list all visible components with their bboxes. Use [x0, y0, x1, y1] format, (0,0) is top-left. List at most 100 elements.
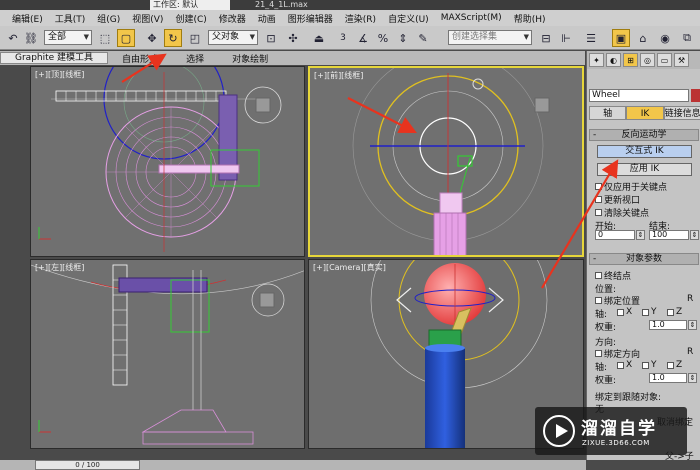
undo-icon[interactable]: ↶ [4, 29, 22, 47]
subtab-ik[interactable]: IK [626, 106, 664, 120]
bind-position-checkbox[interactable]: 绑定位置 [595, 294, 640, 307]
selection-set-dropdown[interactable]: 创建选择集 ▼ [448, 30, 532, 45]
time-slider-frame[interactable]: 0 / 100 [35, 460, 140, 470]
ik-rollout-header[interactable]: - 反向运动学 [589, 129, 699, 141]
select-manipulate-icon[interactable]: ✣ [284, 29, 302, 47]
menu-help[interactable]: 帮助(H) [508, 12, 552, 25]
ribbon-tab-freeform[interactable]: 自由形式 [108, 52, 172, 65]
hierarchy-subtabs: 轴 IK 链接信息 [589, 106, 700, 120]
command-panel: ✦ ◐ ⊞ ◎ ▭ ⚒ Wheel 轴 IK 链接信息 - 反向运动学 交互式 I… [586, 51, 700, 462]
viewport-label-front[interactable]: [+][前][线框] [314, 70, 363, 81]
align-icon[interactable]: ⊩ [557, 29, 575, 47]
menu-tools[interactable]: 工具(T) [49, 12, 92, 25]
viewport-left[interactable]: [+][左][线框] [30, 259, 305, 449]
menu-views[interactable]: 视图(V) [126, 12, 169, 25]
orientation-axis-z[interactable]: Z [667, 360, 682, 370]
front-viewport-scene [352, 68, 550, 255]
hierarchy-tab-icon[interactable]: ⊞ [623, 53, 638, 67]
scale-icon[interactable]: ◰ [186, 29, 204, 47]
render-setup-icon[interactable]: ▣ [612, 29, 630, 47]
orientation-r-button[interactable]: R [687, 347, 693, 357]
viewport-label-left[interactable]: [+][左][线框] [35, 262, 84, 273]
menu-group[interactable]: 组(G) [91, 12, 126, 25]
position-r-button[interactable]: R [687, 294, 693, 304]
select-region-icon[interactable]: ▢ [117, 29, 135, 47]
viewport-top[interactable]: [+][顶][线框] [30, 66, 305, 257]
object-name-field[interactable]: Wheel [589, 89, 689, 102]
rotate-icon[interactable]: ↻ [164, 29, 182, 47]
watermark: 溜溜自学 ZIXUE.3D66.COM [535, 407, 687, 455]
viewport-front[interactable]: [+][前][线框] [308, 66, 584, 257]
clear-keys-checkbox[interactable]: 清除关键点 [595, 206, 649, 219]
ribbon: Graphite 建模工具 自由形式 选择 对象绘制 [0, 51, 585, 65]
start-frame-input[interactable]: 0 [595, 230, 635, 240]
material-editor-icon[interactable]: ◉ [656, 29, 674, 47]
file-name: 21_4_1L.max [255, 0, 308, 9]
pivot-icon[interactable]: ⊡ [262, 29, 280, 47]
spinner-snap-icon[interactable]: ⇕ [394, 29, 412, 47]
apply-ik-button[interactable]: 应用 IK [597, 163, 692, 176]
ribbon-tab-graphite[interactable]: Graphite 建模工具 [0, 52, 109, 64]
orientation-weight-spinner[interactable]: ⇕ [688, 373, 697, 383]
named-sel-icon[interactable]: ✎ [414, 29, 432, 47]
move-icon[interactable]: ✥ [143, 29, 161, 47]
end-frame-input[interactable]: 100 [649, 230, 689, 240]
menu-modifiers[interactable]: 修改器 [213, 12, 252, 25]
object-color-swatch[interactable] [691, 89, 700, 102]
menu-edit[interactable]: 编辑(E) [6, 12, 49, 25]
position-axis-y[interactable]: Y [642, 307, 657, 317]
curve-editor-icon[interactable]: ⌂ [634, 29, 652, 47]
selection-filter-dropdown[interactable]: 全部 ▼ [44, 30, 92, 45]
position-axis-z[interactable]: Z [667, 307, 682, 317]
menu-graph-editors[interactable]: 图形编辑器 [282, 12, 339, 25]
reference-coord-dropdown[interactable]: 父对象 ▼ [208, 30, 258, 45]
angle-snap-icon[interactable]: ∡ [354, 29, 372, 47]
workspace-selector[interactable]: 工作区: 默认 [150, 0, 230, 10]
display-tab-icon[interactable]: ▭ [657, 53, 672, 67]
orientation-axis-x[interactable]: X [617, 360, 632, 370]
percent-snap-icon[interactable]: % [374, 29, 392, 47]
position-weight-spinner[interactable]: ⇕ [688, 320, 697, 330]
keyboard-shortcut-icon[interactable]: ⏏ [310, 29, 328, 47]
create-tab-icon[interactable]: ✦ [589, 53, 604, 67]
play-logo-icon [543, 415, 575, 447]
interactive-ik-button[interactable]: 交互式 IK [597, 145, 692, 158]
menu-bar: 编辑(E) 工具(T) 组(G) 视图(V) 创建(C) 修改器 动画 图形编辑… [0, 10, 700, 26]
mirror-icon[interactable]: ⊟ [537, 29, 555, 47]
update-viewports-checkbox[interactable]: 更新视口 [595, 193, 640, 206]
menu-customize[interactable]: 自定义(U) [382, 12, 435, 25]
title-bar: 工作区: 默认 21_4_1L.max [0, 0, 700, 10]
start-frame-spinner[interactable]: ⇕ [636, 230, 645, 240]
modify-tab-icon[interactable]: ◐ [606, 53, 621, 67]
layer-icon[interactable]: ☰ [582, 29, 600, 47]
motion-tab-icon[interactable]: ◎ [640, 53, 655, 67]
viewport-label-camera[interactable]: [+][Camera][真实] [313, 262, 386, 273]
terminator-checkbox[interactable]: 终结点 [595, 269, 631, 282]
apply-to-keys-checkbox[interactable]: 仅应用于关键点 [595, 180, 667, 193]
end-frame-spinner[interactable]: ⇕ [690, 230, 699, 240]
position-weight-input[interactable]: 1.0 [649, 320, 687, 330]
subtab-pivot[interactable]: 轴 [589, 106, 627, 120]
menu-create[interactable]: 创建(C) [169, 12, 212, 25]
position-axis-x[interactable]: X [617, 307, 632, 317]
top-viewport-scene [38, 67, 282, 252]
orientation-weight-input[interactable]: 1.0 [649, 373, 687, 383]
ribbon-tab-selection[interactable]: 选择 [172, 52, 218, 65]
viewport-label-top[interactable]: [+][顶][线框] [35, 69, 84, 80]
watermark-url: ZIXUE.3D66.COM [582, 439, 650, 447]
orientation-axis-label: 轴: [595, 363, 608, 373]
bind-orientation-checkbox[interactable]: 绑定方向 [595, 347, 640, 360]
link-icon[interactable]: ⛓ [22, 29, 40, 47]
snap-toggle-icon[interactable]: 3 [334, 29, 352, 47]
ribbon-tab-object-paint[interactable]: 对象绘制 [218, 52, 282, 65]
menu-rendering[interactable]: 渲染(R) [339, 12, 382, 25]
menu-animation[interactable]: 动画 [252, 12, 282, 25]
utilities-tab-icon[interactable]: ⚒ [674, 53, 689, 67]
time-slider[interactable]: 0 / 100 [0, 460, 586, 470]
menu-maxscript[interactable]: MAXScript(M) [435, 13, 508, 23]
subtab-link-info[interactable]: 链接信息 [663, 106, 700, 120]
object-params-rollout-header[interactable]: - 对象参数 [589, 253, 699, 265]
select-object-icon[interactable]: ⬚ [96, 29, 114, 47]
orientation-axis-y[interactable]: Y [642, 360, 657, 370]
render-icon[interactable]: ⧉ [678, 29, 696, 47]
